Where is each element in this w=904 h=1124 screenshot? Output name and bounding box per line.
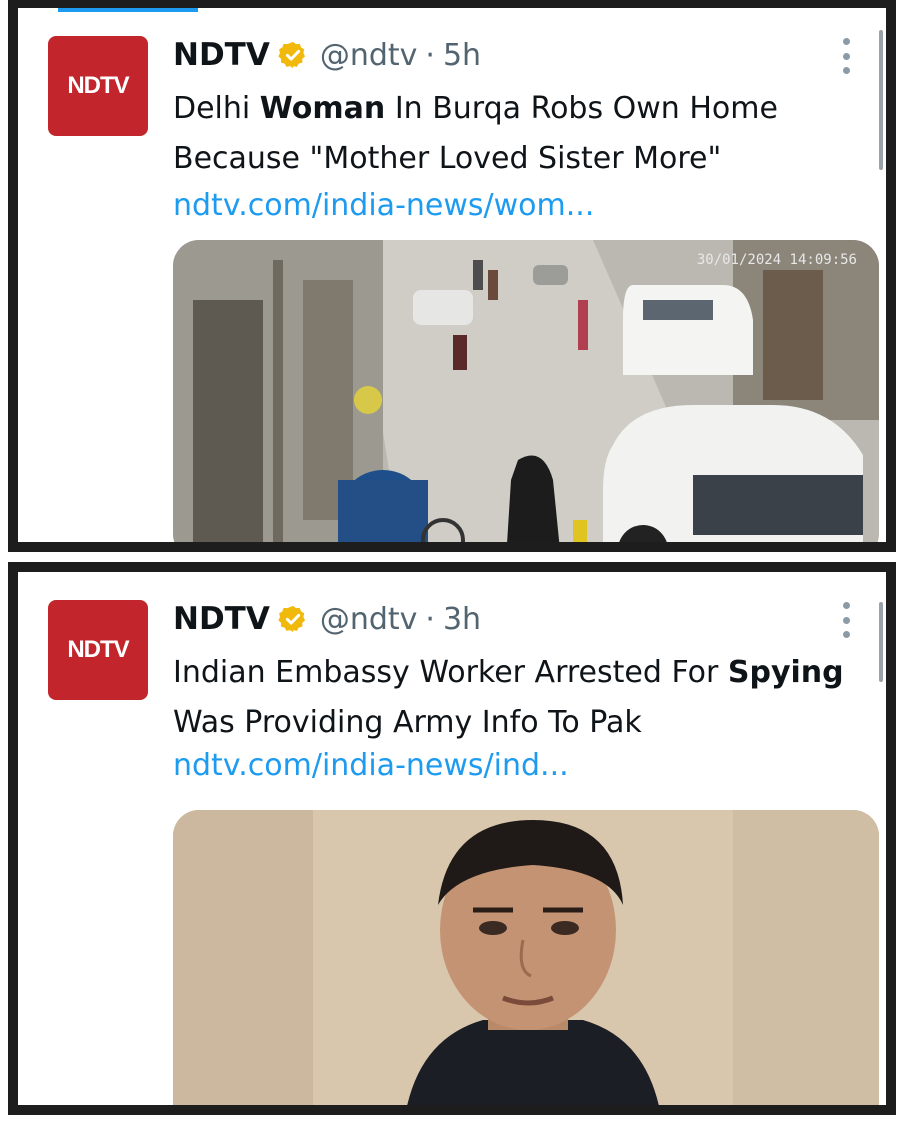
scrollbar[interactable]	[879, 602, 883, 682]
tweet-text-part: Indian Embassy Worker Arrested For	[173, 655, 728, 690]
more-options-icon[interactable]	[836, 38, 856, 74]
separator-dot: ·	[425, 601, 435, 637]
cctv-timestamp: 30/01/2024 14:09:56	[696, 252, 857, 268]
verified-badge-icon	[278, 605, 305, 633]
tweet-card-2[interactable]: NDTV NDTV @ndtv · 3h Indian Embassy Work…	[8, 562, 896, 1115]
tweet-text: Delhi Woman In Burqa Robs Own Home Becau…	[173, 84, 873, 184]
tweet-text-bold: Spying	[727, 655, 844, 690]
scrollbar[interactable]	[879, 30, 883, 170]
tweet-time[interactable]: 3h	[443, 602, 481, 637]
tweet-text-part: Delhi	[173, 91, 260, 126]
tweet-media-cctv-image[interactable]: 30/01/2024 14:09:56	[173, 240, 879, 542]
verified-badge-icon	[278, 41, 305, 69]
author-handle[interactable]: @ndtv	[320, 38, 418, 73]
portrait-photo	[173, 810, 879, 1105]
author-name[interactable]: NDTV	[173, 601, 270, 637]
avatar[interactable]: NDTV	[48, 600, 148, 700]
avatar-logo-text: NDTV	[67, 72, 129, 99]
tweet-text-part: Was Providing Army Info To Pak	[173, 705, 642, 740]
tweet-1[interactable]: NDTV NDTV @ndtv · 5h Delhi Woman In Burq…	[18, 8, 886, 542]
article-link[interactable]: ndtv.com/india-news/ind...	[173, 748, 569, 783]
author-name[interactable]: NDTV	[173, 37, 270, 73]
tweet-card-1[interactable]: NDTV NDTV @ndtv · 5h Delhi Woman In Burq…	[8, 0, 896, 552]
author-handle[interactable]: @ndtv	[320, 602, 418, 637]
avatar-logo-text: NDTV	[67, 636, 129, 663]
tweet-text: Indian Embassy Worker Arrested For Spyin…	[173, 648, 873, 748]
tweet-time[interactable]: 5h	[443, 38, 481, 73]
tweet-header: NDTV @ndtv · 3h	[173, 597, 481, 641]
tweet-media-portrait-image[interactable]	[173, 810, 879, 1105]
more-options-icon[interactable]	[836, 602, 856, 638]
avatar[interactable]: NDTV	[48, 36, 148, 136]
tweet-header: NDTV @ndtv · 5h	[173, 33, 481, 77]
article-link[interactable]: ndtv.com/india-news/wom...	[173, 188, 594, 223]
tweet-2[interactable]: NDTV NDTV @ndtv · 3h Indian Embassy Work…	[18, 572, 886, 1105]
separator-dot: ·	[425, 37, 435, 73]
tweet-text-bold: Woman	[259, 91, 386, 126]
cctv-street-photo	[173, 240, 879, 542]
